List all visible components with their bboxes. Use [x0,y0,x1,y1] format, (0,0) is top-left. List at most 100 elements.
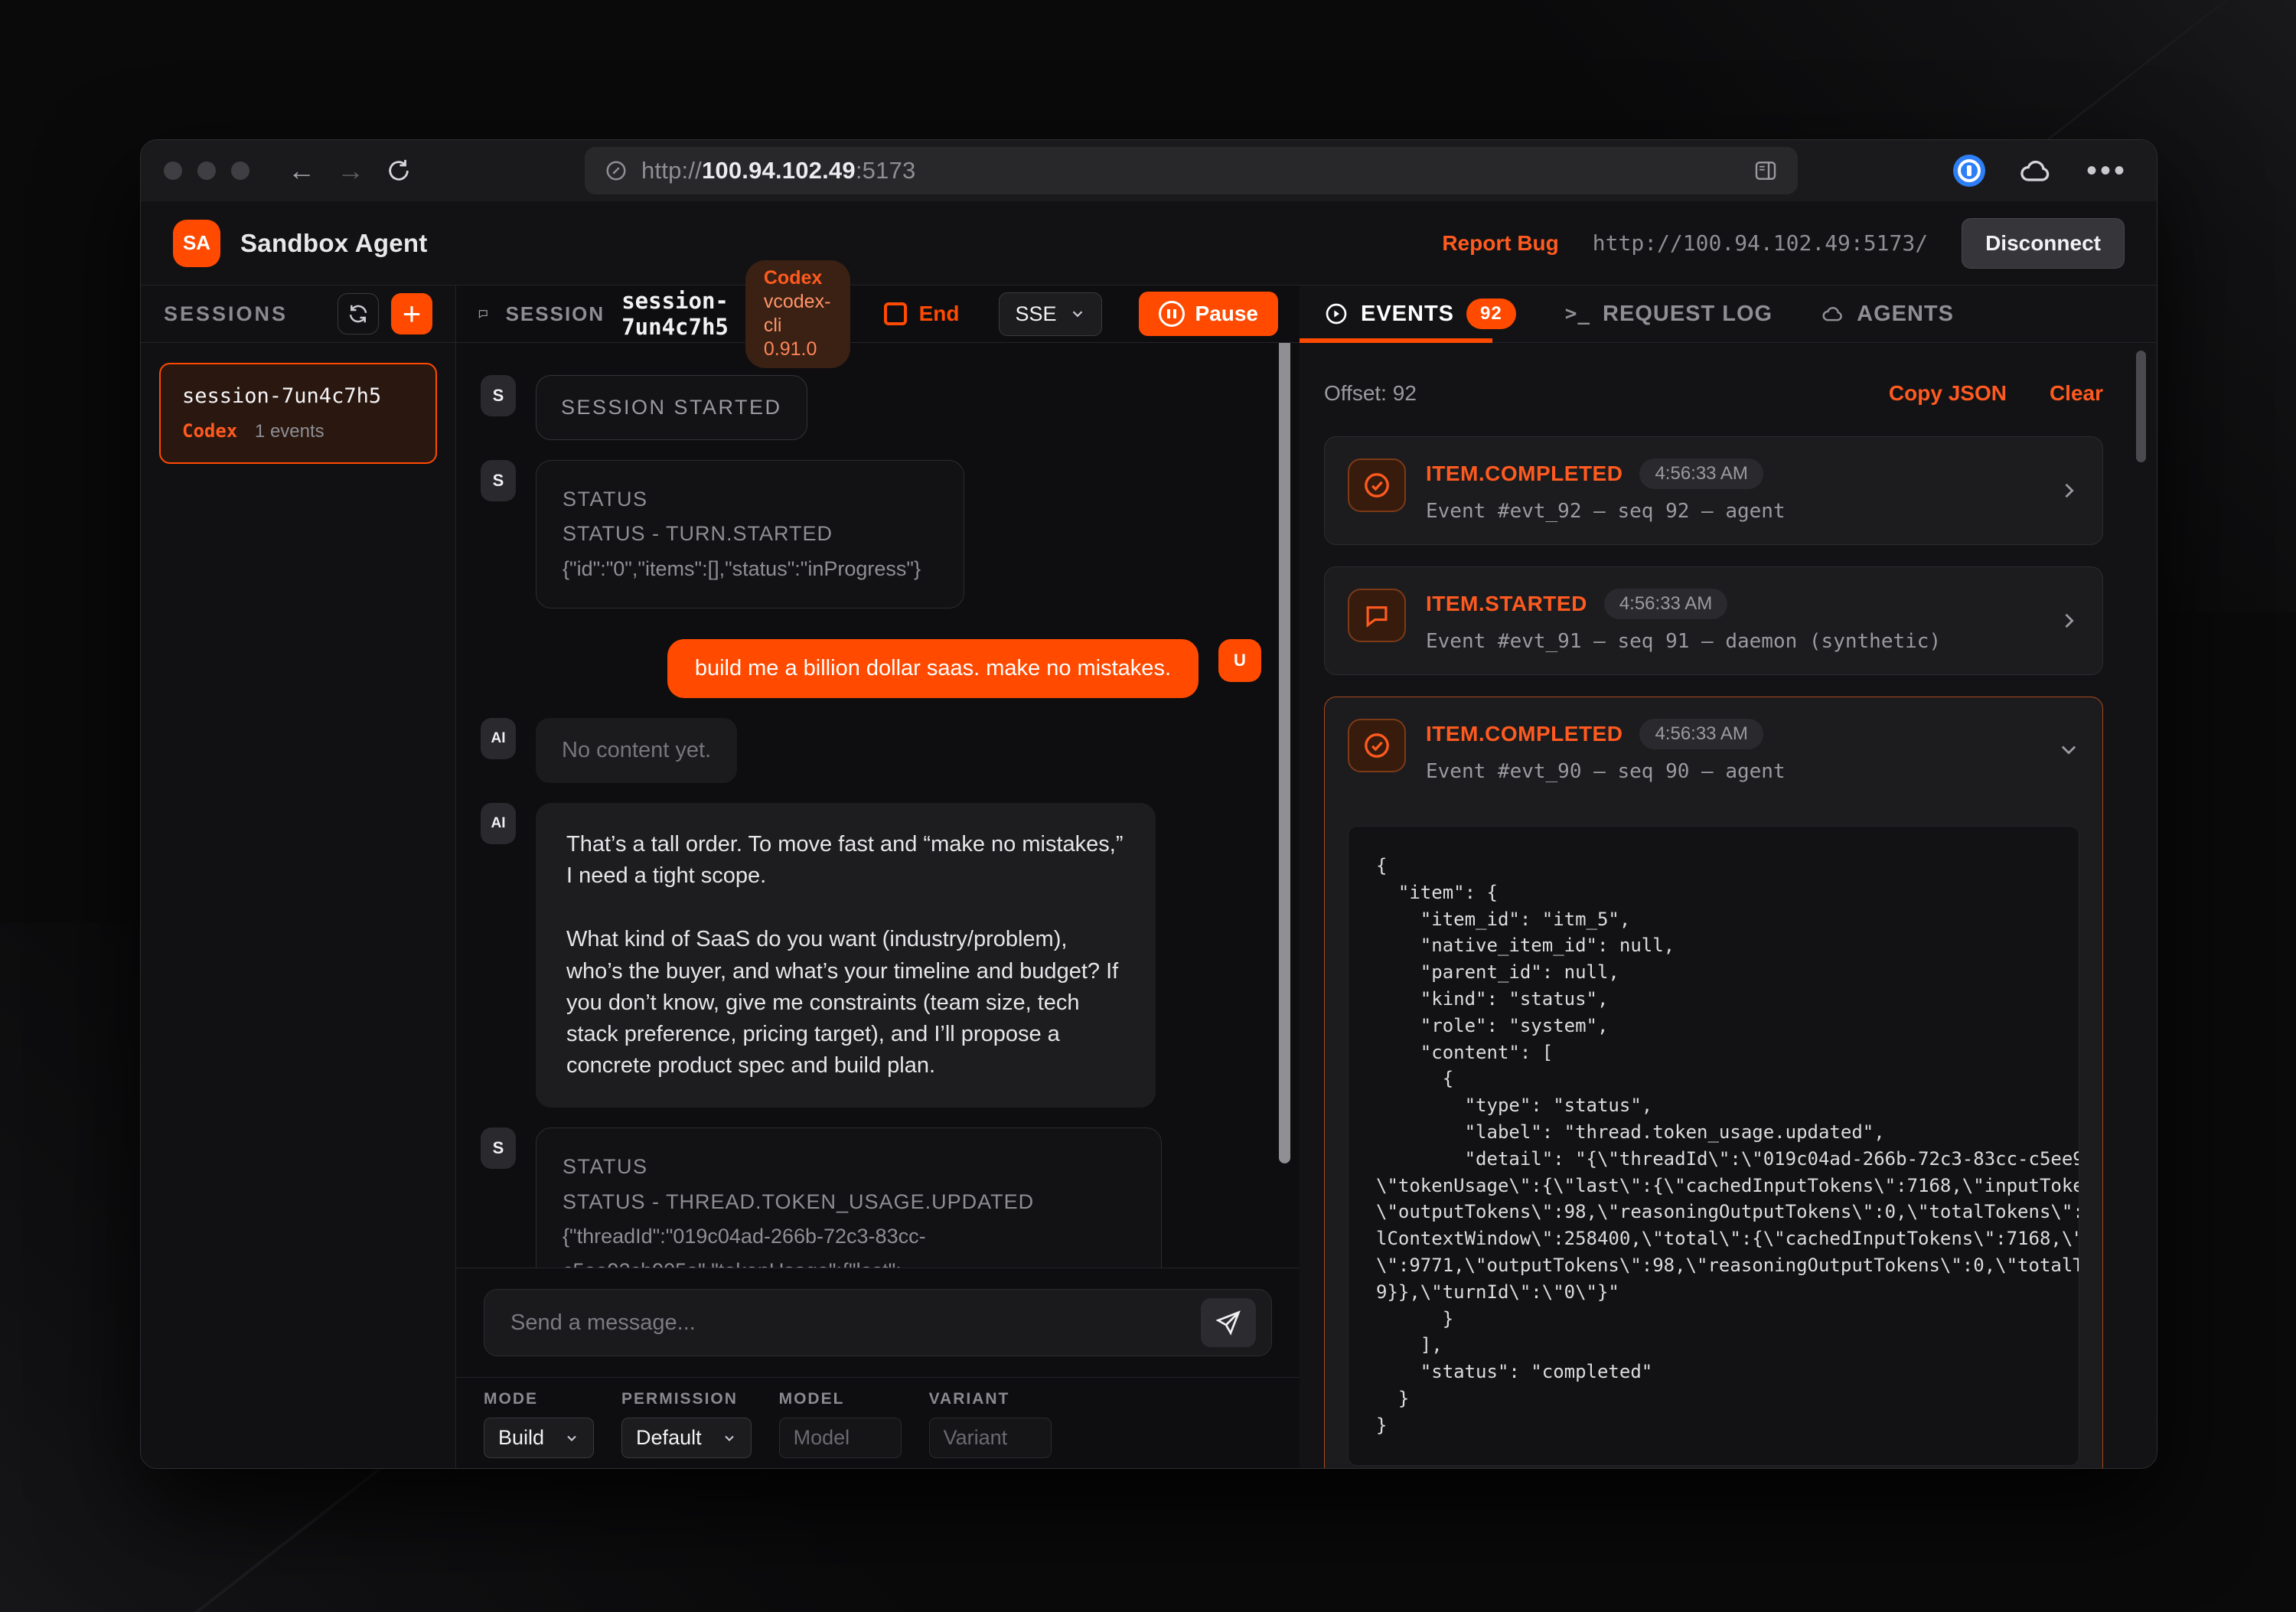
events-panel: EVENTS 92 >_ REQUEST LOG AGENTS Offse [1300,286,2157,1468]
permission-label: PERMISSION [621,1390,752,1408]
chevron-down-icon [1069,305,1086,322]
event-type: ITEM.COMPLETED [1426,722,1623,746]
clear-button[interactable]: Clear [2050,381,2103,406]
traffic-lights [164,162,249,180]
message-input-placeholder: Send a message... [510,1310,1201,1336]
send-button[interactable] [1201,1298,1256,1347]
offset-label: Offset: 92 [1324,381,1417,406]
browser-toolbar: ← → http://100.94.102.49:5173 ••• [141,140,2157,201]
variant-label: VARIANT [929,1390,1052,1408]
chat-panel: SESSION session-7un4c7h5 Codex vcodex-cl… [456,286,1300,1468]
events-count-badge: 92 [1466,299,1516,329]
reader-panel-icon[interactable] [1753,158,1778,183]
forward-button[interactable]: → [326,157,375,184]
minimize-window-button[interactable] [197,162,216,180]
model-label: MODEL [779,1390,902,1408]
status-message-row: S STATUS STATUS - TURN.STARTED {"id":"0"… [481,460,1261,609]
status-token-usage-box: STATUS STATUS - THREAD.TOKEN_USAGE.UPDAT… [536,1127,1162,1268]
event-type: ITEM.COMPLETED [1426,462,1623,486]
reload-button[interactable] [375,158,422,184]
session-events-count: 1 events [255,421,325,442]
events-scrollbar[interactable] [2136,351,2146,462]
new-session-button[interactable]: + [391,293,432,334]
event-card[interactable]: ITEM.STARTED 4:56:33 AM Event #evt_91 — … [1324,566,2103,675]
tab-request-log[interactable]: >_ REQUEST LOG [1565,302,1773,327]
server-url: http://100.94.102.49:5173/ [1593,230,1928,256]
site-link-icon [605,159,628,182]
event-card[interactable]: ITEM.COMPLETED 4:56:33 AM Event #evt_92 … [1324,436,2103,545]
status-turn-started-box: STATUS STATUS - TURN.STARTED {"id":"0","… [536,460,964,609]
status-message-row: S STATUS STATUS - THREAD.TOKEN_USAGE.UPD… [481,1127,1261,1268]
session-id: session-7un4c7h5 [621,288,729,340]
session-label: SESSION [506,302,605,326]
session-started-box: SESSION STARTED [536,375,807,440]
address-bar[interactable]: http://100.94.102.49:5173 [585,147,1798,194]
event-type: ITEM.STARTED [1426,592,1587,616]
cloud-icon[interactable] [2019,158,2053,184]
app-header: SA Sandbox Agent Report Bug http://100.9… [141,201,2157,286]
message-list: S SESSION STARTED S STATUS STATUS - TURN… [456,343,1300,1268]
system-message-row: S SESSION STARTED [481,375,1261,440]
chat-scrollbar[interactable] [1279,343,1290,1163]
chevron-down-icon[interactable] [2058,739,2079,760]
session-controls: MODE Build PERMISSION Default MODEL Mode [456,1377,1300,1468]
refresh-sessions-button[interactable] [338,293,379,334]
chevron-right-icon[interactable] [2058,610,2079,631]
event-summary: Event #evt_92 — seq 92 — agent [1426,500,2038,523]
chat-bubble-icon [1348,589,1406,642]
disconnect-button[interactable]: Disconnect [1962,218,2125,269]
variant-input[interactable]: Variant [929,1418,1052,1458]
system-avatar: S [481,375,516,416]
event-card-expanded[interactable]: ITEM.COMPLETED 4:56:33 AM Event #evt_90 … [1324,697,2103,1468]
user-avatar: U [1218,639,1261,682]
ai-avatar: AI [481,803,516,844]
event-time: 4:56:33 AM [1639,719,1763,749]
tab-agents[interactable]: AGENTS [1821,302,1954,327]
browser-window: ← → http://100.94.102.49:5173 ••• [140,139,2157,1469]
permission-select[interactable]: Default [621,1418,752,1458]
toolbar-right-icons: ••• [1953,155,2134,187]
end-checkbox[interactable] [884,302,907,325]
session-name: session-7un4c7h5 [182,384,414,408]
check-circle-icon [1348,719,1406,772]
message-input[interactable]: Send a message... [484,1289,1272,1356]
onepassword-extension-icon[interactable] [1953,155,1985,187]
chevron-down-icon [564,1431,579,1446]
transport-select[interactable]: SSE [999,292,1101,336]
mode-label: MODE [484,1390,594,1408]
close-window-button[interactable] [164,162,182,180]
play-circle-icon [1324,302,1349,326]
model-input[interactable]: Model [779,1418,902,1458]
copy-json-button[interactable]: Copy JSON [1889,381,2007,406]
sessions-title: SESSIONS [164,302,288,326]
ai-empty-message: No content yet. [536,718,737,783]
report-bug-link[interactable]: Report Bug [1442,231,1558,256]
terminal-icon: >_ [1565,302,1590,325]
overflow-menu-icon[interactable]: ••• [2086,163,2128,178]
system-avatar: S [481,460,516,501]
app-title: Sandbox Agent [240,229,428,258]
back-button[interactable]: ← [277,157,326,184]
mode-select[interactable]: Build [484,1418,594,1458]
maximize-window-button[interactable] [231,162,249,180]
event-payload-json: { "item": { "item_id": "itm_5", "native_… [1348,826,2079,1466]
event-time: 4:56:33 AM [1639,458,1763,489]
pause-button[interactable]: Pause [1139,292,1279,336]
ai-message-bubble: That’s a tall order. To move fast and “m… [536,803,1156,1108]
session-list-item[interactable]: session-7un4c7h5 Codex 1 events [159,363,437,464]
check-circle-icon [1348,458,1406,512]
send-icon [1215,1309,1242,1336]
chevron-down-icon [722,1431,737,1446]
session-header: SESSION session-7un4c7h5 Codex vcodex-cl… [456,286,1300,343]
app-logo: SA [173,220,220,267]
end-checkbox-label[interactable]: End [919,302,960,326]
tab-events[interactable]: EVENTS 92 [1324,299,1516,329]
chat-bubble-icon [478,302,489,326]
events-tabs: EVENTS 92 >_ REQUEST LOG AGENTS [1300,286,2157,343]
user-message-bubble: build me a billion dollar saas. make no … [667,639,1199,698]
chevron-right-icon[interactable] [2058,480,2079,501]
ai-message-row: AI That’s a tall order. To move fast and… [481,803,1261,1108]
composer: Send a message... [456,1268,1300,1377]
event-summary: Event #evt_91 — seq 91 — daemon (synthet… [1426,630,2038,653]
ai-avatar: AI [481,718,516,759]
